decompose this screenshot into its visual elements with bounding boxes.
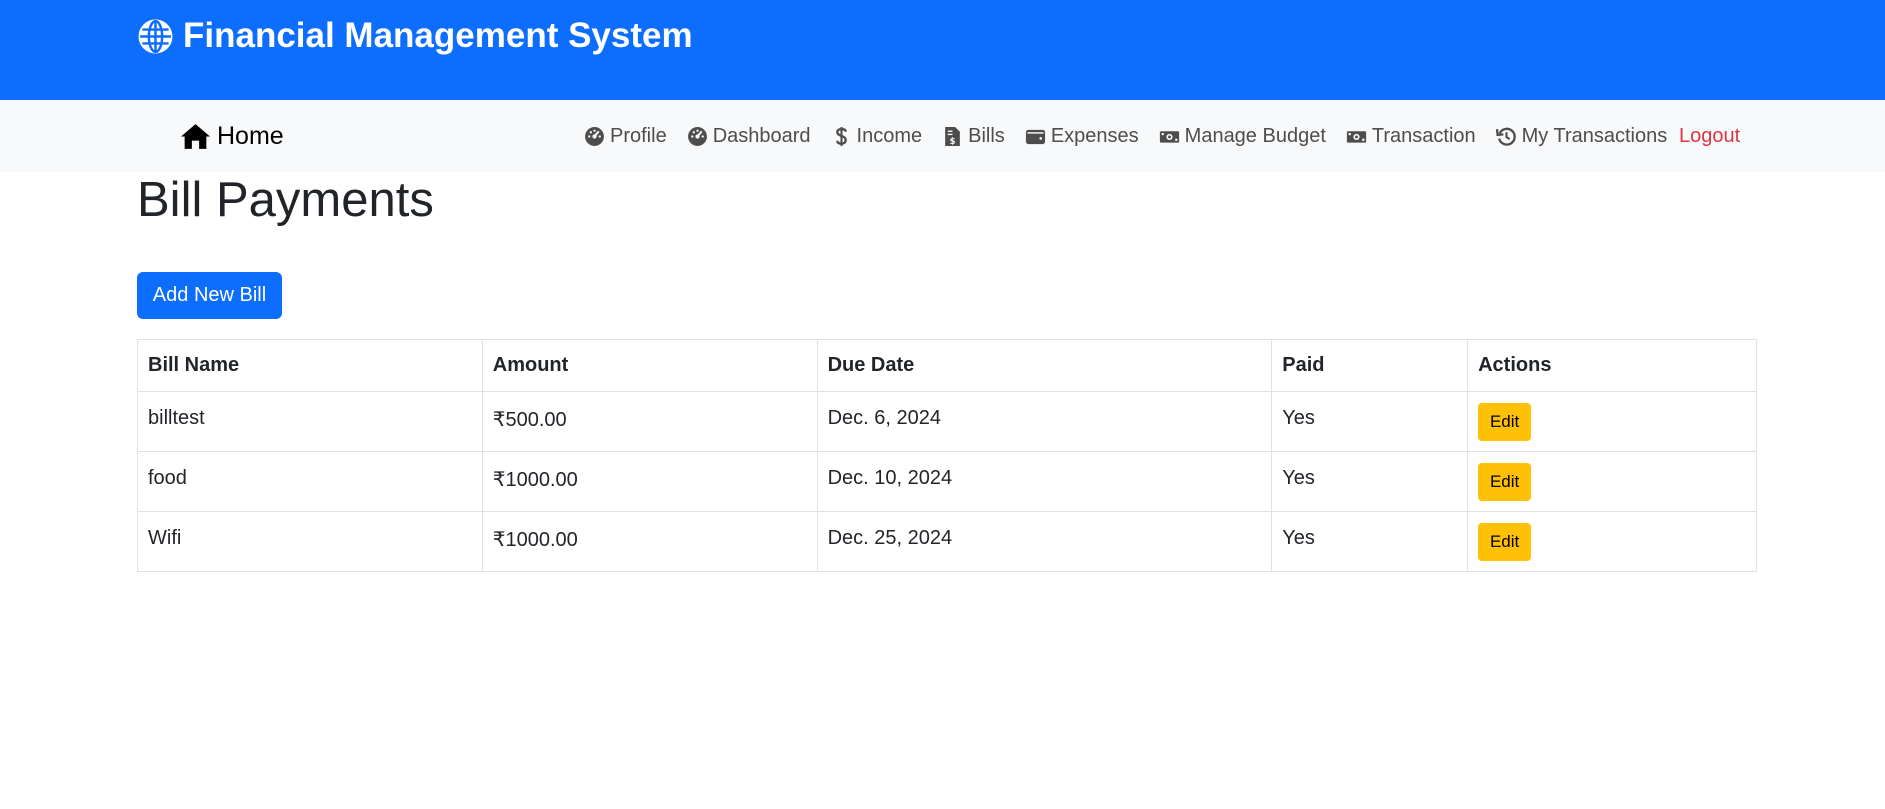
nav-item-expenses[interactable]: Expenses: [1025, 125, 1139, 148]
column-header-paid: Paid: [1271, 339, 1469, 392]
page-title: Bill Payments: [137, 173, 434, 227]
home-icon: [180, 123, 211, 150]
globe-icon: [137, 18, 174, 55]
amount-cell: ₹1000.00: [481, 511, 818, 572]
add-new-bill-button[interactable]: Add New Bill: [137, 272, 282, 319]
column-header-bill-name: Bill Name: [137, 339, 483, 392]
edit-button[interactable]: Edit: [1478, 402, 1532, 441]
edit-button[interactable]: Edit: [1478, 462, 1532, 501]
nav-item-income[interactable]: Income: [831, 124, 923, 148]
wallet-icon: [1025, 126, 1046, 147]
table-header-row: Bill Name Amount Due Date Paid Actions: [137, 339, 1757, 392]
nav-item-my-transactions[interactable]: My Transactions: [1495, 124, 1668, 148]
due-date-cell: Dec. 10, 2024: [816, 451, 1273, 512]
amount-cell: ₹1000.00: [481, 451, 818, 512]
due-date-cell: Dec. 6, 2024: [816, 391, 1273, 452]
nav-item-profile[interactable]: Profile: [584, 125, 667, 148]
gauge-icon: [584, 126, 605, 147]
nav-item-manage-budget[interactable]: Manage Budget: [1159, 125, 1326, 148]
svg-text:$: $: [950, 135, 956, 145]
bills-table: Bill Name Amount Due Date Paid Actions b…: [137, 339, 1757, 572]
nav-item-transaction[interactable]: Transaction: [1346, 125, 1476, 148]
bill-file-icon: $: [942, 126, 963, 147]
table-row: Wifi ₹1000.00 Dec. 25, 2024 Yes Edit: [137, 511, 1757, 572]
main-navbar: Home Profile Dashboard Income $ Bills Ex…: [0, 100, 1885, 172]
app-title: Financial Management System: [183, 16, 693, 55]
nav-items: Profile Dashboard Income $ Bills Expense…: [584, 120, 1667, 152]
nav-item-dashboard[interactable]: Dashboard: [687, 125, 811, 148]
gauge-icon: [687, 126, 708, 147]
edit-button[interactable]: Edit: [1478, 522, 1532, 561]
nav-item-label: Profile: [610, 124, 667, 147]
bill-name-cell: billtest: [137, 391, 483, 452]
top-header-bar: Financial Management System: [0, 0, 1885, 100]
nav-home-link[interactable]: Home: [180, 118, 284, 154]
nav-item-label: Income: [856, 124, 923, 147]
history-icon: [1495, 126, 1517, 147]
column-header-due-date: Due Date: [816, 339, 1273, 392]
paid-cell: Yes: [1271, 391, 1469, 452]
nav-item-label: Manage Budget: [1184, 124, 1326, 147]
nav-item-label: Bills: [968, 124, 1005, 147]
brand[interactable]: Financial Management System: [137, 16, 693, 56]
bill-name-cell: Wifi: [137, 511, 483, 572]
column-header-amount: Amount: [481, 339, 818, 392]
paid-cell: Yes: [1271, 511, 1469, 572]
table-row: billtest ₹500.00 Dec. 6, 2024 Yes Edit: [137, 391, 1757, 452]
column-header-actions: Actions: [1467, 339, 1757, 392]
actions-cell: Edit: [1467, 391, 1757, 452]
nav-item-label: Expenses: [1050, 124, 1139, 147]
nav-item-label: Dashboard: [712, 124, 811, 147]
nav-item-label: My Transactions: [1521, 124, 1668, 147]
amount-cell: ₹500.00: [481, 391, 818, 452]
dollar-icon: [831, 126, 852, 147]
table-row: food ₹1000.00 Dec. 10, 2024 Yes Edit: [137, 451, 1757, 512]
nav-item-label: Transaction: [1371, 124, 1476, 147]
money-bill-icon: [1346, 126, 1367, 147]
bill-name-cell: food: [137, 451, 483, 512]
nav-home-label: Home: [217, 121, 284, 150]
paid-cell: Yes: [1271, 451, 1469, 512]
money-bill-icon: [1159, 126, 1180, 147]
nav-item-bills[interactable]: $ Bills: [942, 125, 1005, 148]
actions-cell: Edit: [1467, 511, 1757, 572]
logout-link[interactable]: Logout: [1679, 120, 1740, 152]
actions-cell: Edit: [1467, 451, 1757, 512]
due-date-cell: Dec. 25, 2024: [816, 511, 1273, 572]
